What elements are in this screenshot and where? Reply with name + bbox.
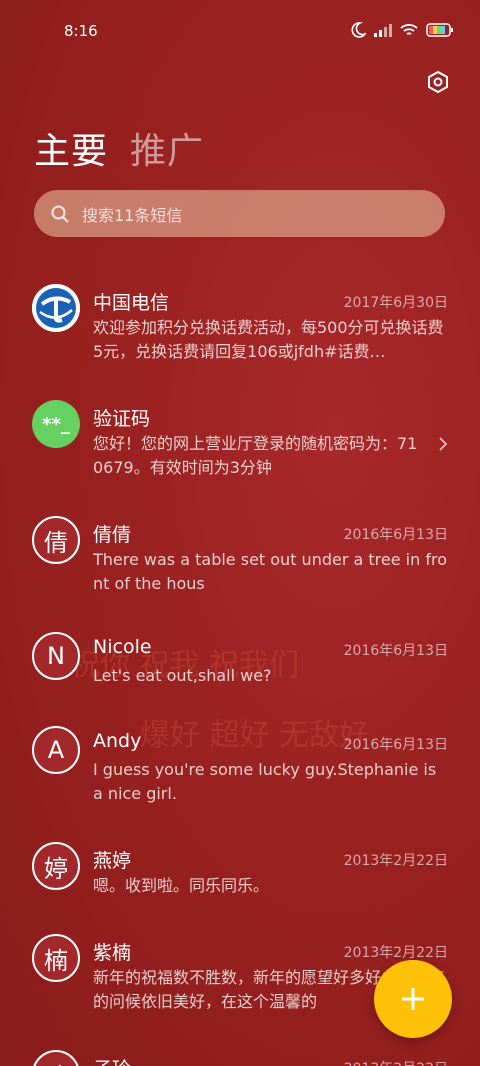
conversation-preview: 嗯。收到啦。同乐同乐。 [93, 876, 270, 895]
china-telecom-logo-icon [32, 284, 80, 332]
avatar: N [32, 632, 80, 680]
conversation-row[interactable]: A Andy 2016年6月13日 I guess you're some lu… [0, 726, 480, 830]
conversation-name: 验证码 [93, 408, 151, 430]
conversation-date: 2013年2月22日 [344, 1058, 448, 1066]
conversation-row[interactable]: **_ 验证码 您好！您的网上营业厅登录的随机密码为：710679。有效时间为3… [0, 400, 480, 504]
conversation-row[interactable]: 玲 子玲 2013年2月22日 [0, 1050, 480, 1066]
conversation-row[interactable]: 婷 燕婷 2013年2月22日 嗯。收到啦。同乐同乐。 [0, 842, 480, 922]
conversation-preview: I guess you're some lucky guy.Stephanie … [93, 760, 437, 803]
battery-icon [426, 23, 453, 37]
search-placeholder: 搜索11条短信 [82, 205, 183, 225]
signal-icon [374, 24, 392, 37]
conversation-name: Andy [93, 730, 142, 752]
chevron-right-icon[interactable] [438, 436, 448, 452]
conversation-name: 燕婷 [93, 850, 132, 872]
avatar: A [32, 726, 80, 774]
conversation-name: 子玲 [93, 1054, 131, 1066]
conversation-preview: There was a table set out under a tree i… [93, 550, 447, 593]
conversation-name: 倩倩 [93, 524, 132, 546]
avatar: **_ [32, 400, 80, 448]
avatar: 倩 [32, 516, 80, 564]
conversation-name: 紫楠 [93, 942, 132, 964]
plus-icon [402, 988, 424, 1010]
conversation-preview: 您好！您的网上营业厅登录的随机密码为：710679。有效时间为3分钟 [93, 434, 418, 477]
avatar: 玲 [32, 1050, 80, 1066]
conversation-name: 中国电信 [93, 292, 170, 314]
status-bar: 8:16 [0, 0, 480, 62]
search-icon [51, 205, 69, 223]
status-time: 8:16 [64, 22, 98, 40]
new-message-button[interactable] [374, 960, 452, 1038]
conversation-date: 2013年2月22日 [343, 945, 448, 961]
conversation-date: 2017年6月30日 [343, 295, 448, 311]
avatar: 婷 [32, 842, 80, 890]
search-bar[interactable]: 搜索11条短信 [34, 190, 445, 237]
conversation-name: Nicole [93, 636, 152, 658]
wifi-icon [400, 24, 418, 35]
avatar: 楠 [32, 934, 80, 982]
status-icons [350, 22, 454, 38]
conversation-row[interactable]: N Nicole 2016年6月13日 Let's eat out,shall … [0, 632, 480, 722]
tab-promotions[interactable]: 推广 [130, 122, 204, 174]
conversation-row[interactable]: 中国电信 2017年6月30日 欢迎参加积分兑换话费活动，每500分可兑换话费5… [0, 284, 480, 388]
conversation-preview: 欢迎参加积分兑换话费活动，每500分可兑换话费5元，兑换话费请回复106或jfd… [93, 318, 444, 361]
moon-icon [351, 22, 366, 38]
tab-bar: 主要 推广 [34, 122, 204, 174]
conversation-row[interactable]: 倩 倩倩 2016年6月13日 There was a table set ou… [0, 516, 480, 620]
settings-icon[interactable] [426, 70, 450, 94]
conversation-date: 2013年2月22日 [343, 853, 448, 869]
conversation-preview: Let's eat out,shall we? [93, 666, 272, 685]
conversation-date: 2016年6月13日 [343, 737, 448, 753]
conversation-date: 2016年6月13日 [343, 527, 448, 543]
tab-primary[interactable]: 主要 [34, 122, 108, 174]
conversation-date: 2016年6月13日 [343, 643, 448, 659]
